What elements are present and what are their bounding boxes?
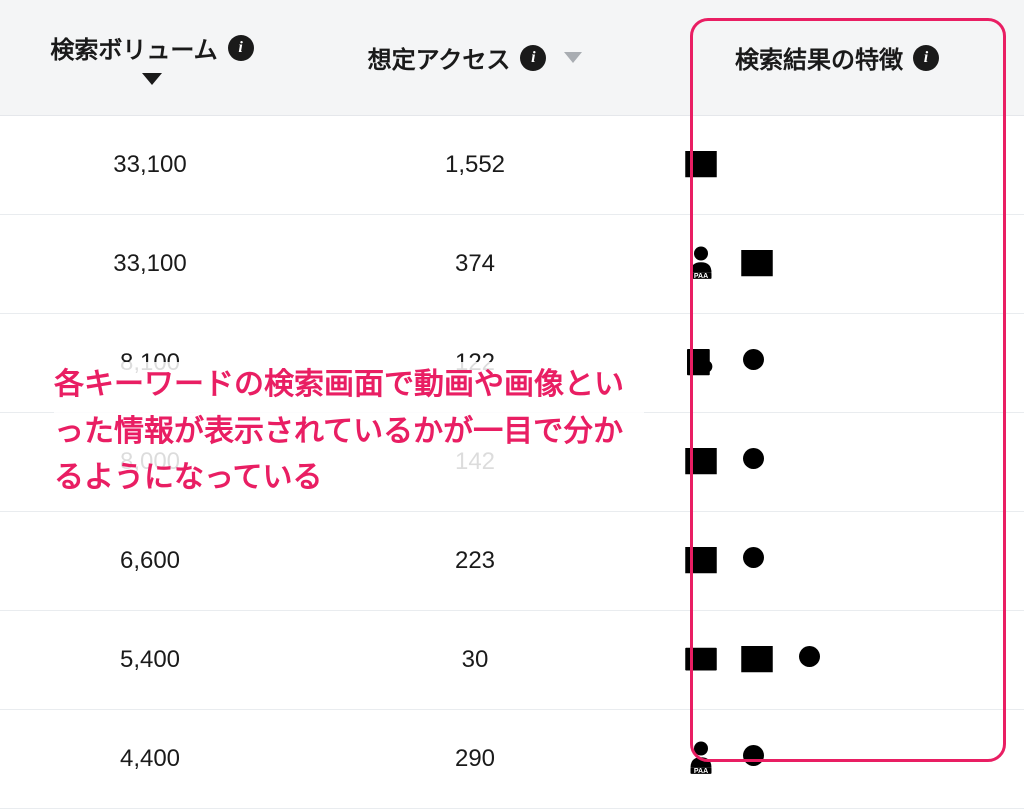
- image-result-icon[interactable]: [680, 144, 722, 186]
- cell-volume: 4,400: [0, 710, 300, 809]
- table-row: 8,000142: [0, 413, 1024, 512]
- cell-features: [650, 611, 1024, 710]
- cell-access: 374: [300, 215, 650, 314]
- cell-volume: 8,000: [0, 413, 300, 512]
- cell-features: [650, 710, 1024, 809]
- header-features[interactable]: 検索結果の特徴 i: [650, 0, 1024, 116]
- image-result-icon[interactable]: [680, 540, 722, 582]
- cell-access: 223: [300, 512, 650, 611]
- magnify-icon[interactable]: [736, 441, 778, 483]
- magnify-icon[interactable]: [736, 540, 778, 582]
- sort-icon[interactable]: [564, 52, 582, 63]
- cell-access: 142: [300, 413, 650, 512]
- cell-access: 290: [300, 710, 650, 809]
- cell-features: [650, 215, 1024, 314]
- magnify-icon[interactable]: [792, 639, 834, 681]
- paa-result-icon[interactable]: [680, 243, 722, 285]
- info-icon[interactable]: i: [228, 35, 254, 61]
- cell-volume: 33,100: [0, 215, 300, 314]
- info-icon[interactable]: i: [913, 45, 939, 71]
- cell-access: 1,552: [300, 116, 650, 215]
- header-features-label: 検索結果の特徴: [735, 40, 903, 75]
- table-row: 33,1001,552: [0, 116, 1024, 215]
- magnify-icon[interactable]: [736, 342, 778, 384]
- cell-volume: 6,600: [0, 512, 300, 611]
- table-row: 4,400290: [0, 710, 1024, 809]
- paa-result-icon[interactable]: [680, 738, 722, 780]
- header-volume[interactable]: 検索ボリューム i: [0, 0, 300, 116]
- doc-search-icon[interactable]: [680, 342, 722, 384]
- cell-volume: 33,100: [0, 116, 300, 215]
- video-result-icon[interactable]: [680, 639, 722, 681]
- magnify-icon[interactable]: [736, 738, 778, 780]
- table-row: 8,100122: [0, 314, 1024, 413]
- cell-features: [650, 314, 1024, 413]
- cell-features: [650, 413, 1024, 512]
- keyword-table: 検索ボリューム i 想定アクセス i 検索結果の特徴 i: [0, 0, 1024, 809]
- cell-access: 122: [300, 314, 650, 413]
- header-access-label: 想定アクセス: [368, 40, 511, 75]
- header-access[interactable]: 想定アクセス i: [300, 0, 650, 116]
- cell-volume: 5,400: [0, 611, 300, 710]
- cell-features: [650, 512, 1024, 611]
- image-result-icon[interactable]: [736, 639, 778, 681]
- cell-access: 30: [300, 611, 650, 710]
- table-row: 33,100374: [0, 215, 1024, 314]
- table-row: 6,600223: [0, 512, 1024, 611]
- image-result-icon[interactable]: [736, 243, 778, 285]
- image-result-icon[interactable]: [680, 441, 722, 483]
- header-volume-label: 検索ボリューム: [50, 30, 217, 65]
- cell-volume: 8,100: [0, 314, 300, 413]
- info-icon[interactable]: i: [520, 45, 546, 71]
- cell-features: [650, 116, 1024, 215]
- table-row: 5,40030: [0, 611, 1024, 710]
- sort-desc-icon[interactable]: [142, 73, 162, 85]
